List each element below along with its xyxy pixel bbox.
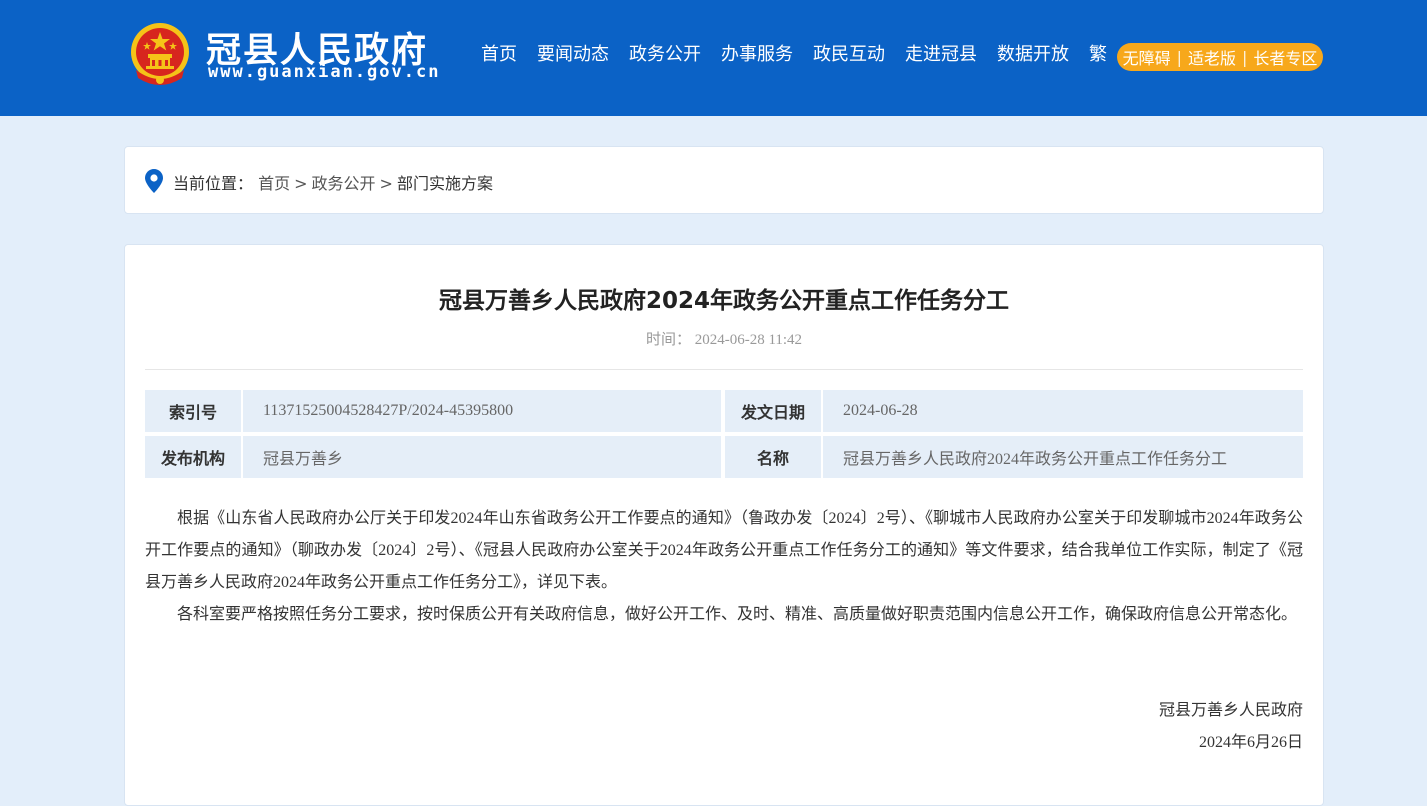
nav-item-gov-affairs[interactable]: 政务公开: [629, 42, 701, 68]
meta-row: 发布机构 冠县万善乡 名称 冠县万善乡人民政府2024年政务公开重点工作任务分工: [145, 436, 1303, 478]
time-label: 时间：: [645, 332, 691, 348]
accessibility-separator: |: [1242, 47, 1248, 67]
nav-item-news[interactable]: 要闻动态: [537, 42, 609, 68]
nav-item-interaction[interactable]: 政民互动: [813, 42, 885, 68]
breadcrumb: 当前位置： 首页 > 政务公开 > 部门实施方案: [173, 170, 493, 194]
nav-item-about[interactable]: 走进冠县: [905, 42, 977, 68]
nav-item-home[interactable]: 首页: [481, 42, 517, 68]
site-header: 冠县人民政府 www.guanxian.gov.cn 首页 要闻动态 政务公开 …: [0, 0, 1427, 116]
breadcrumb-separator: >: [294, 174, 308, 193]
article-paragraph: 根据《山东省人民政府办公厅关于印发2024年山东省政务公开工作要点的通知》（鲁政…: [145, 510, 1303, 591]
article-panel: 冠县万善乡人民政府2024年政务公开重点工作任务分工 时间： 2024-06-2…: [124, 244, 1324, 806]
meta-value-name: 冠县万善乡人民政府2024年政务公开重点工作任务分工: [823, 436, 1303, 478]
time-value: 2024-06-28 11:42: [694, 332, 803, 348]
article-title: 冠县万善乡人民政府2024年政务公开重点工作任务分工: [438, 288, 1009, 314]
nav-item-open-data[interactable]: 数据开放: [997, 42, 1069, 68]
signature-org: 冠县万善乡人民政府: [1158, 702, 1303, 719]
elderly-mode-link[interactable]: 适老版: [1188, 45, 1236, 69]
meta-label-date: 发文日期: [725, 390, 821, 432]
meta-value-publisher: 冠县万善乡: [243, 436, 721, 478]
meta-table: 索引号 11371525004528427P/2024-45395800 发文日…: [145, 390, 1303, 482]
senior-zone-link[interactable]: 长者专区: [1253, 45, 1317, 69]
meta-value-date: 2024-06-28: [823, 390, 1303, 432]
signature-date: 2024年6月26日: [1198, 734, 1303, 751]
title-divider: [145, 369, 1303, 370]
accessibility-bar: 无障碍 | 适老版 | 长者专区: [1117, 43, 1323, 71]
breadcrumb-item-current[interactable]: 部门实施方案: [397, 174, 493, 193]
accessibility-separator: |: [1176, 47, 1182, 67]
article-signature: 冠县万善乡人民政府 2024年6月26日: [1159, 695, 1303, 759]
main-nav: 首页 要闻动态 政务公开 办事服务 政民互动 走进冠县 数据开放 繁: [481, 42, 1127, 68]
meta-value-index: 11371525004528427P/2024-45395800: [243, 390, 721, 432]
breadcrumb-item-home[interactable]: 首页: [258, 174, 290, 193]
breadcrumb-label: 当前位置：: [173, 174, 254, 193]
site-domain: www.guanxian.gov.cn: [208, 62, 441, 82]
meta-label-publisher: 发布机构: [145, 436, 241, 478]
meta-label-index: 索引号: [145, 390, 241, 432]
breadcrumb-item-gov-affairs[interactable]: 政务公开: [312, 174, 376, 193]
nav-item-services[interactable]: 办事服务: [721, 42, 793, 68]
article-time: 时间： 2024-06-28 11:42: [125, 328, 1323, 349]
breadcrumb-panel: 当前位置： 首页 > 政务公开 > 部门实施方案: [124, 146, 1324, 214]
location-pin-icon: [145, 169, 163, 193]
nav-item-traditional[interactable]: 繁: [1089, 42, 1107, 68]
article-body: 根据《山东省人民政府办公厅关于印发2024年山东省政务公开工作要点的通知》（鲁政…: [145, 503, 1303, 631]
breadcrumb-separator: >: [379, 174, 393, 193]
meta-label-name: 名称: [725, 436, 821, 478]
national-emblem-icon[interactable]: [128, 22, 192, 88]
accessibility-link[interactable]: 无障碍: [1123, 45, 1171, 69]
meta-row: 索引号 11371525004528427P/2024-45395800 发文日…: [145, 390, 1303, 432]
article-paragraph: 各科室要严格按照任务分工要求，按时保质公开有关政府信息，做好公开工作、及时、精准…: [177, 606, 1298, 623]
